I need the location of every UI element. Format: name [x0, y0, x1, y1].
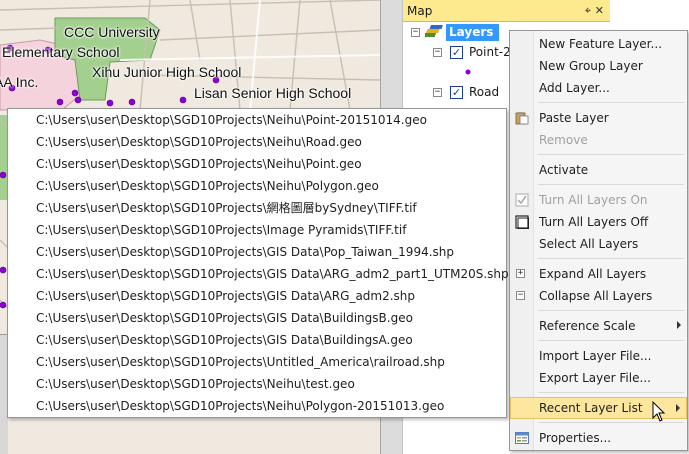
menu-new-feature-layer[interactable]: New Feature Layer...: [510, 33, 687, 55]
menu-label: Recent Layer List: [539, 401, 643, 415]
recent-file-item[interactable]: C:\Users\user\Desktop\SGD10Projects\GIS …: [36, 264, 509, 284]
menu-label: Reference Scale: [539, 319, 636, 333]
recent-file-item[interactable]: C:\Users\user\Desktop\SGD10Projects\GIS …: [36, 330, 413, 350]
recent-file-item[interactable]: C:\Users\user\Desktop\SGD10Projects\Neih…: [36, 154, 362, 174]
menu-separator: [538, 154, 684, 155]
recent-file-item[interactable]: C:\Users\user\Desktop\SGD10Projects\Unti…: [36, 352, 445, 372]
collapse-icon[interactable]: −: [433, 87, 442, 97]
menu-remove: Remove: [510, 129, 687, 151]
menu-turn-all-layers-off[interactable]: Turn All Layers Off: [510, 211, 687, 233]
menu-properties[interactable]: Properties...: [510, 427, 687, 449]
recent-file-item[interactable]: C:\Users\user\Desktop\SGD10Projects\GIS …: [36, 242, 454, 262]
map-label-elementary-school: Elementary School: [2, 44, 120, 60]
menu-label: Export Layer File...: [539, 371, 651, 385]
recent-file-item[interactable]: C:\Users\user\Desktop\SGD10Projects\Neih…: [36, 132, 362, 152]
menu-label: Activate: [539, 163, 589, 177]
map-label-aa-inc: AA Inc.: [0, 74, 39, 90]
menu-label: Select All Layers: [539, 237, 639, 251]
menu-collapse-all-layers[interactable]: − Collapse All Layers: [510, 285, 687, 307]
recent-file-item[interactable]: C:\Users\user\Desktop\SGD10Projects\GIS …: [36, 308, 413, 328]
tree-root-layers[interactable]: − Layers: [411, 22, 500, 42]
submenu-arrow-icon: [677, 321, 681, 329]
tree-root-label[interactable]: Layers: [446, 23, 500, 41]
menu-add-layer[interactable]: Add Layer...: [510, 77, 687, 99]
collapse-icon[interactable]: −: [411, 27, 420, 37]
menu-export-layer-file[interactable]: Export Layer File...: [510, 367, 687, 389]
menu-turn-all-layers-on: Turn All Layers On: [510, 189, 687, 211]
recent-file-item[interactable]: C:\Users\user\Desktop\SGD10Projects\Neih…: [36, 396, 444, 416]
point-symbol-icon: [465, 69, 471, 75]
point-symbol-swatch: [463, 62, 473, 82]
menu-label: Collapse All Layers: [539, 289, 653, 303]
recent-file-item[interactable]: C:\Users\user\Desktop\SGD10Projects\網格圖層…: [36, 198, 417, 218]
menu-label: Turn All Layers Off: [539, 215, 649, 229]
menu-import-layer-file[interactable]: Import Layer File...: [510, 345, 687, 367]
menu-label: Import Layer File...: [539, 349, 652, 363]
layer-visibility-checkbox[interactable]: ✓: [450, 85, 463, 99]
checkbox-checked-icon: [515, 193, 529, 207]
menu-separator: [538, 184, 684, 185]
layer-visibility-checkbox[interactable]: ✓: [450, 45, 463, 59]
expand-glyph: +: [516, 268, 525, 278]
collapse-icon[interactable]: −: [433, 47, 442, 57]
menu-label: New Feature Layer...: [539, 37, 662, 51]
checkbox-empty-icon: [515, 215, 529, 229]
map-label-xihu-junior-high: Xihu Junior High School: [92, 64, 242, 80]
map-label-lisan-senior-high: Lisan Senior High School: [194, 85, 352, 101]
menu-paste-layer[interactable]: Paste Layer: [510, 107, 687, 129]
tree-layer-point[interactable]: − ✓ Point-2: [433, 42, 511, 62]
collapse-icon: −: [516, 291, 525, 300]
menu-label: Turn All Layers On: [539, 193, 648, 207]
menu-separator: [538, 340, 684, 341]
pin-icon[interactable]: ⌖: [585, 4, 591, 18]
map-label-ccc-university: CCC University: [64, 24, 160, 40]
menu-separator: [538, 102, 684, 103]
menu-new-group-layer[interactable]: New Group Layer: [510, 55, 687, 77]
mouse-cursor-icon: [652, 401, 666, 422]
recent-file-item[interactable]: C:\Users\user\Desktop\SGD10Projects\Neih…: [36, 176, 379, 196]
menu-activate[interactable]: Activate: [510, 159, 687, 181]
pane-title-bar: Map ⌖ ✕: [403, 0, 610, 22]
layers-context-menu: New Feature Layer... New Group Layer Add…: [509, 30, 688, 451]
recent-file-item[interactable]: C:\Users\user\Desktop\SGD10Projects\Imag…: [36, 220, 406, 240]
menu-label: Add Layer...: [539, 81, 610, 95]
expand-icon: +: [516, 269, 525, 278]
menu-label: New Group Layer: [539, 59, 643, 73]
menu-reference-scale[interactable]: Reference Scale: [510, 315, 687, 337]
layer-label[interactable]: Road: [469, 85, 499, 99]
layers-icon: [425, 25, 443, 37]
properties-icon: [515, 432, 529, 444]
layer-label[interactable]: Point-2: [469, 45, 511, 59]
close-icon[interactable]: ✕: [595, 4, 604, 18]
recent-file-item[interactable]: C:\Users\user\Desktop\SGD10Projects\GIS …: [36, 286, 415, 306]
menu-label: Expand All Layers: [539, 267, 647, 281]
paste-icon: [515, 112, 529, 125]
menu-select-all-layers[interactable]: Select All Layers: [510, 233, 687, 255]
menu-separator: [538, 392, 684, 393]
menu-label: Properties...: [539, 431, 612, 445]
pane-title: Map: [407, 3, 433, 18]
recent-file-item[interactable]: C:\Users\user\Desktop\SGD10Projects\Neih…: [36, 374, 355, 394]
menu-expand-all-layers[interactable]: + Expand All Layers: [510, 263, 687, 285]
collapse-glyph: −: [516, 290, 525, 300]
recent-file-item[interactable]: C:\Users\user\Desktop\SGD10Projects\Neih…: [36, 110, 427, 130]
menu-separator: [538, 310, 684, 311]
recent-layer-list-submenu: C:\Users\user\Desktop\SGD10Projects\Neih…: [7, 108, 509, 418]
menu-separator: [538, 258, 684, 259]
submenu-arrow-icon: [676, 404, 680, 412]
menu-label: Paste Layer: [539, 111, 609, 125]
menu-label: Remove: [539, 133, 588, 147]
tree-layer-road[interactable]: − ✓ Road: [433, 82, 499, 102]
